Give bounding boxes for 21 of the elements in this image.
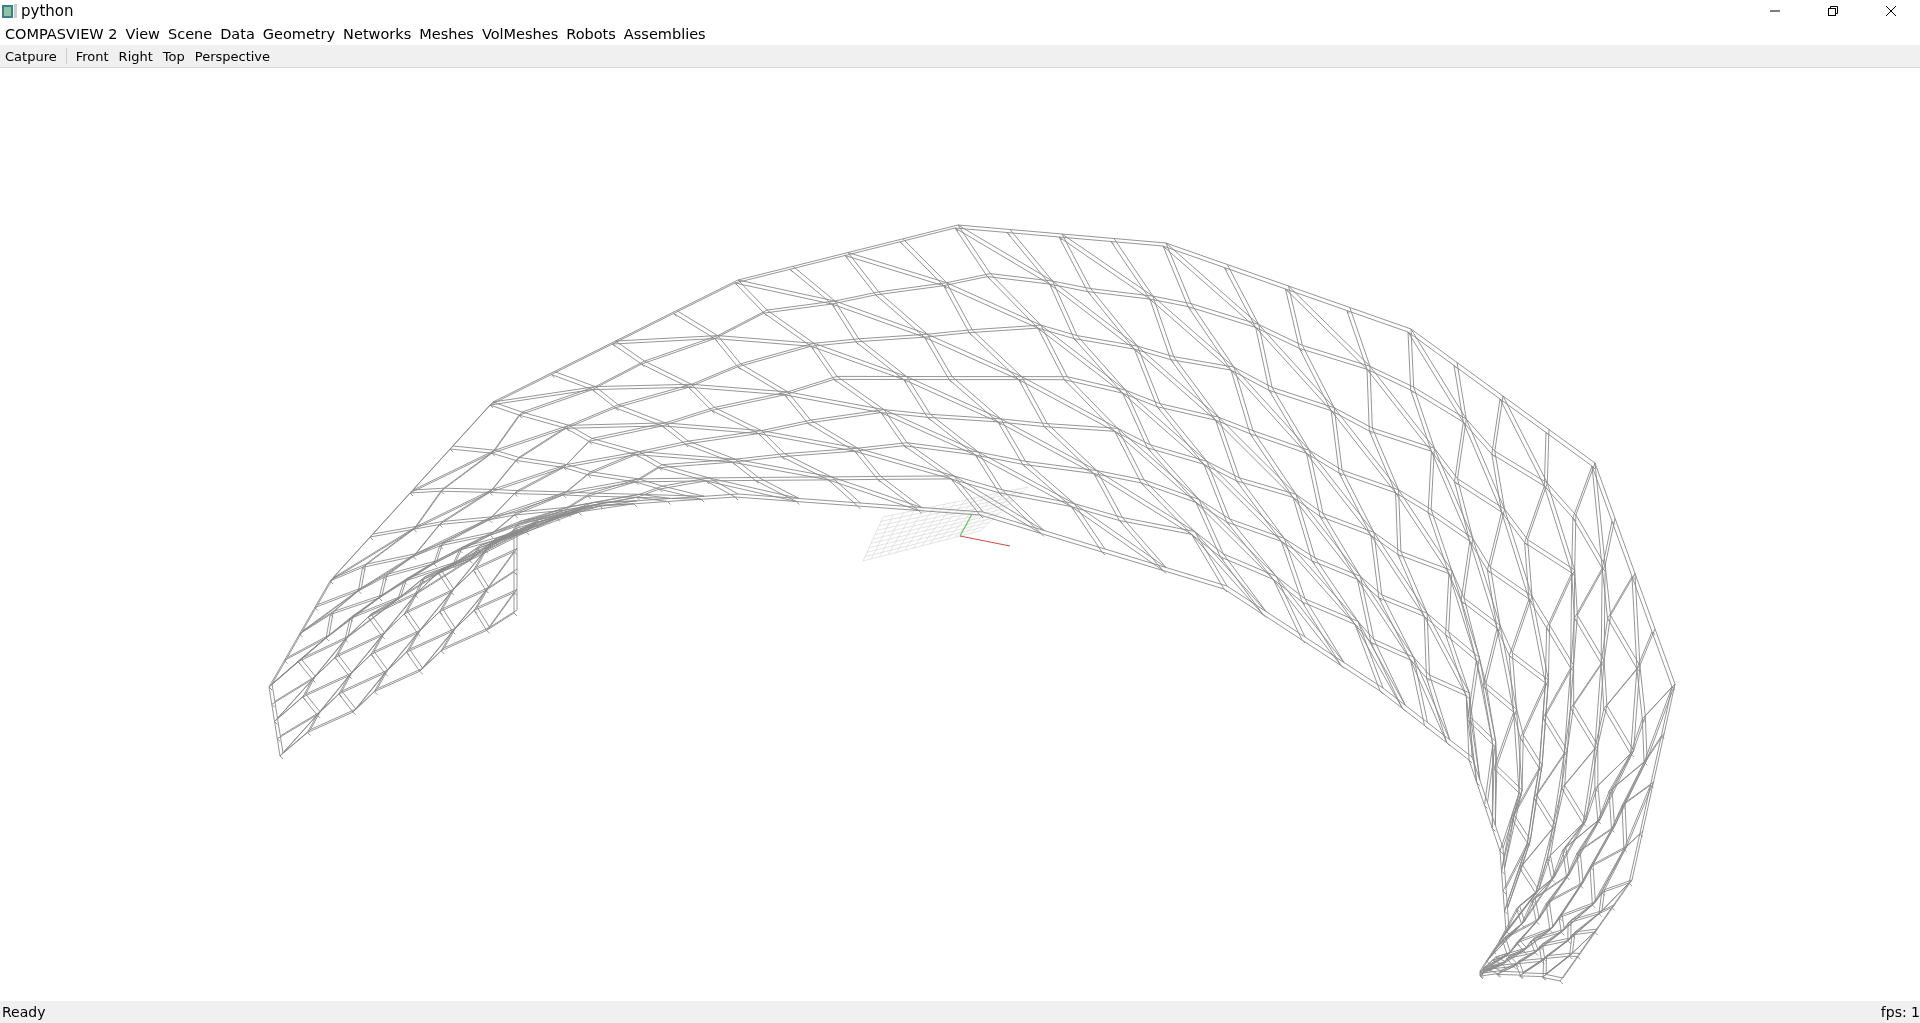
menu-item[interactable]: Scene [163,25,217,42]
toolbar-button[interactable]: Perspective [189,46,276,66]
toolbar-button[interactable]: Front [70,46,114,66]
menu-item[interactable]: Meshes [415,25,478,42]
menu-item[interactable]: Assemblies [619,25,710,42]
menu-item[interactable]: Geometry [258,25,340,42]
menu-item[interactable]: COMPASVIEW 2 [1,25,122,42]
status-message: Ready [2,1004,46,1020]
toolbar-button[interactable]: Top [157,46,190,66]
toolbar-button[interactable]: Catpure [0,46,62,66]
close-icon [1885,5,1897,17]
menu-item[interactable]: VolMeshes [477,25,563,42]
menu-item[interactable]: Robots [562,25,620,42]
app-icon [2,3,18,19]
menu-item[interactable]: Data [216,25,259,42]
toolbar-button[interactable]: Right [113,46,158,66]
fps-counter: fps: 1 [1880,1004,1920,1020]
window-title: python [21,2,75,20]
menu-item[interactable]: View [121,25,164,42]
menu-item[interactable]: Networks [339,25,416,42]
restore-icon [1827,5,1839,17]
